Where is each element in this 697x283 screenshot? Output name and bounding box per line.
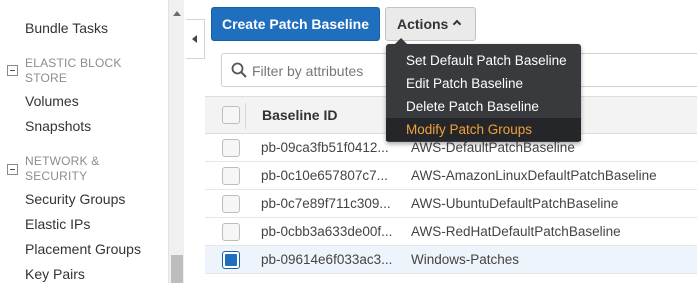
filter-box[interactable] <box>221 53 391 87</box>
row-checkbox[interactable] <box>222 195 240 213</box>
chevron-up-icon <box>452 19 462 29</box>
sidebar-item-placement-groups[interactable]: Placement Groups <box>25 241 141 257</box>
baseline-id-cell: pb-09614e6f033ac3... <box>261 252 393 267</box>
sidebar: Bundle Tasks ELASTIC BLOCK STORE Volumes… <box>0 0 184 283</box>
collapse-section-icon[interactable] <box>7 65 18 76</box>
sidebar-item-key-pairs[interactable]: Key Pairs <box>25 266 85 282</box>
scroll-thumb[interactable] <box>171 255 183 283</box>
actions-button-label: Actions <box>397 16 449 32</box>
sidebar-item-volumes[interactable]: Volumes <box>25 93 79 109</box>
sidebar-item-elastic-ips[interactable]: Elastic IPs <box>25 216 90 232</box>
sidebar-section-network-security[interactable]: NETWORK & SECURITY <box>25 154 145 184</box>
baseline-name-cell: AWS-UbuntuDefaultPatchBaseline <box>411 196 619 211</box>
menu-item-edit-patch-baseline[interactable]: Edit Patch Baseline <box>386 72 581 95</box>
table-row[interactable]: pb-0cbb3a633de00f... AWS-RedHatDefaultPa… <box>205 218 697 246</box>
baseline-name-cell: AWS-RedHatDefaultPatchBaseline <box>411 224 621 239</box>
row-checkbox[interactable] <box>222 139 240 157</box>
chevron-left-icon <box>192 35 197 43</box>
sidebar-item-security-groups[interactable]: Security Groups <box>25 191 125 207</box>
menu-item-delete-patch-baseline[interactable]: Delete Patch Baseline <box>386 95 581 118</box>
search-icon <box>231 62 247 78</box>
baseline-name-cell: Windows-Patches <box>411 252 520 267</box>
baseline-id-cell: pb-09ca3fb51f0412... <box>261 140 389 155</box>
baseline-id-cell: pb-0c10e657807c7... <box>261 168 388 183</box>
menu-item-modify-patch-groups[interactable]: Modify Patch Groups <box>386 118 581 141</box>
baseline-id-cell: pb-0cbb3a633de00f... <box>261 224 393 239</box>
column-header-baseline-id[interactable]: Baseline ID <box>262 107 337 123</box>
sidebar-section-elastic-block-store[interactable]: ELASTIC BLOCK STORE <box>25 56 145 86</box>
baseline-name-cell: AWS-AmazonLinuxDefaultPatchBaseline <box>411 168 657 183</box>
actions-dropdown-menu: Set Default Patch Baseline Edit Patch Ba… <box>386 38 581 142</box>
sidebar-item-snapshots[interactable]: Snapshots <box>25 118 91 134</box>
filter-input[interactable] <box>252 62 388 80</box>
baseline-id-cell: pb-0c7e89f711c309... <box>261 196 391 211</box>
row-checkbox-checked[interactable] <box>222 251 240 269</box>
column-divider <box>245 103 246 129</box>
scroll-up-icon[interactable] <box>173 11 181 16</box>
table-row[interactable]: pb-09614e6f033ac3... Windows-Patches <box>205 246 697 274</box>
baseline-name-cell: AWS-DefaultPatchBaseline <box>411 140 575 155</box>
actions-button[interactable]: Actions <box>385 7 476 41</box>
row-checkbox[interactable] <box>222 167 240 185</box>
collapse-sidebar-button[interactable] <box>186 19 205 59</box>
table-row[interactable]: pb-0c10e657807c7... AWS-AmazonLinuxDefau… <box>205 162 697 190</box>
table-row[interactable]: pb-0c7e89f711c309... AWS-UbuntuDefaultPa… <box>205 190 697 218</box>
sidebar-item-bundle-tasks[interactable]: Bundle Tasks <box>25 20 108 36</box>
collapse-section-icon[interactable] <box>7 164 18 175</box>
select-all-checkbox[interactable] <box>222 106 240 124</box>
create-patch-baseline-button[interactable]: Create Patch Baseline <box>211 7 380 41</box>
menu-item-set-default-patch-baseline[interactable]: Set Default Patch Baseline <box>386 49 581 72</box>
sidebar-scrollbar[interactable] <box>168 0 184 283</box>
row-checkbox[interactable] <box>222 223 240 241</box>
